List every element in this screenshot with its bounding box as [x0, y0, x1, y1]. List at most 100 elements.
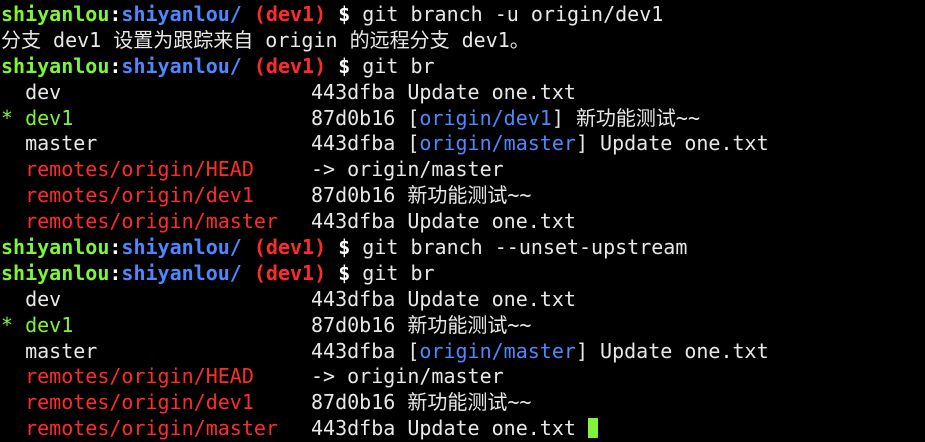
prompt-path: shiyanlou/ — [121, 2, 242, 26]
branch-row: master 443dfba [origin/master] Update one… — [1, 339, 925, 365]
prompt-path: shiyanlou/ — [121, 53, 242, 78]
prompt-dollar: $ — [338, 53, 351, 78]
branch-row: * dev1 87d0b16 新功能测试~~ — [1, 313, 925, 339]
branch-column: master — [1, 339, 311, 365]
commit-sha: 87d0b16 — [311, 390, 396, 415]
branch-name: remotes/origin/master — [25, 416, 278, 441]
commit-message: Update one.txt — [600, 338, 769, 363]
branch-name: dev1 — [25, 105, 74, 130]
branch-marker — [1, 183, 13, 207]
branch-column: * dev1 — [1, 313, 311, 339]
branch-row: remotes/origin/HEAD -> origin/master — [1, 157, 925, 183]
branch-marker — [1, 416, 13, 440]
commit-sha: 443dfba — [311, 286, 396, 311]
branch-name: dev1 — [25, 312, 74, 337]
prompt-path: shiyanlou/ — [121, 260, 242, 285]
branch-marker: * — [1, 105, 14, 130]
branch-marker — [1, 131, 13, 155]
output-text: 分支 dev1 设置为跟踪来自 origin 的远程分支 dev1。 — [1, 27, 530, 52]
prompt-git-branch: (dev1) — [253, 2, 327, 26]
commit-message: 新功能测试~~ — [407, 390, 532, 415]
commit-message: 新功能测试~~ — [575, 105, 701, 130]
branch-row: * dev1 87d0b16 [origin/dev1] 新功能测试~~ — [1, 105, 701, 132]
prompt-git-branch: (dev1) — [253, 260, 327, 285]
branch-row: remotes/origin/master 443dfba Update one.… — [1, 416, 925, 442]
prompt-colon: : — [109, 235, 122, 260]
prompt-colon: : — [109, 260, 122, 285]
branch-column: master — [1, 131, 311, 157]
prompt-user: shiyanlou — [1, 2, 110, 26]
branch-marker — [1, 209, 13, 233]
branch-marker — [1, 287, 13, 311]
branch-marker — [1, 339, 13, 363]
command-text: git branch --unset-upstream — [362, 235, 688, 260]
branch-name: remotes/origin/master — [25, 209, 278, 234]
prompt-user: shiyanlou — [1, 53, 110, 78]
branch-column: * dev1 — [1, 106, 311, 132]
prompt-colon: : — [109, 53, 122, 78]
commit-message: 新功能测试~~ — [407, 312, 532, 337]
branch-row: dev 443dfba Update one.txt — [1, 80, 925, 106]
branch-column: remotes/origin/HEAD — [1, 157, 311, 183]
branch-column: remotes/origin/master — [1, 209, 311, 235]
branch-row: remotes/origin/dev1 87d0b16 新功能测试~~ — [1, 390, 925, 416]
prompt-dollar: $ — [338, 2, 351, 26]
branch-column: dev — [1, 287, 311, 313]
branch-marker — [1, 390, 13, 414]
branch-row: dev 443dfba Update one.txt — [1, 287, 925, 313]
command-text: git branch -u origin/dev1 — [362, 2, 664, 26]
commit-sha: 443dfba — [311, 416, 396, 441]
branch-marker — [1, 364, 13, 388]
commit-message: Update one.txt — [407, 79, 576, 104]
prompt-user: shiyanlou — [1, 260, 110, 285]
branch-row: remotes/origin/HEAD -> origin/master — [1, 364, 925, 390]
commit-sha: 87d0b16 — [311, 183, 396, 208]
commit-message: Update one.txt — [407, 416, 576, 441]
prompt-line: shiyanlou:shiyanlou/ (dev1) $ git branch… — [1, 2, 925, 28]
commit-sha: 443dfba — [311, 79, 396, 104]
prompt-dollar: $ — [338, 260, 351, 285]
commit-sha: 87d0b16 — [311, 312, 396, 337]
branch-name: master — [25, 338, 98, 363]
upstream-branch: origin/master — [419, 131, 576, 156]
branch-row: remotes/origin/dev1 87d0b16 新功能测试~~ — [1, 183, 925, 209]
prompt-dollar: $ — [338, 235, 351, 260]
commit-message: Update one.txt — [407, 209, 576, 234]
prompt-git-branch: (dev1) — [253, 235, 327, 260]
prompt-git-branch: (dev1) — [253, 53, 327, 78]
command-text: git br — [362, 53, 435, 78]
branch-name: dev — [25, 286, 62, 311]
branch-column: dev — [1, 80, 311, 106]
commit-sha: 443dfba — [311, 131, 396, 156]
branch-column: remotes/origin/dev1 — [1, 390, 311, 416]
branch-name: remotes/origin/dev1 — [25, 390, 254, 415]
terminal-window[interactable]: shiyanlou:shiyanlou/ (dev1) $ git branch… — [0, 0, 925, 442]
branch-column: remotes/origin/master — [1, 416, 311, 442]
branch-marker — [1, 157, 13, 181]
prompt-line: shiyanlou:shiyanlou/ (dev1) $ git br — [1, 54, 925, 80]
commit-message: -> origin/master — [311, 157, 504, 182]
commit-message: 新功能测试~~ — [407, 183, 532, 208]
prompt-user: shiyanlou — [1, 235, 110, 260]
terminal-cursor[interactable] — [587, 418, 598, 439]
prompt-line: shiyanlou:shiyanlou/ (dev1) $ git branch… — [1, 235, 925, 261]
branch-marker — [1, 80, 13, 104]
commit-sha: 443dfba — [311, 338, 396, 363]
branch-name: remotes/origin/HEAD — [25, 364, 254, 389]
commit-message: Update one.txt — [600, 131, 769, 156]
commit-sha: 87d0b16 — [311, 105, 396, 130]
branch-row: remotes/origin/master 443dfba Update one.… — [1, 209, 925, 235]
branch-name: remotes/origin/dev1 — [25, 183, 254, 208]
branch-marker: * — [1, 312, 14, 337]
branch-column: remotes/origin/HEAD — [1, 364, 311, 390]
command-text: git br — [362, 260, 435, 285]
upstream-branch: origin/master — [419, 338, 576, 363]
commit-sha: 443dfba — [311, 209, 396, 234]
branch-column: remotes/origin/dev1 — [1, 183, 311, 209]
upstream-branch: origin/dev1 — [419, 105, 552, 130]
prompt-path: shiyanlou/ — [121, 235, 242, 260]
branch-name: remotes/origin/HEAD — [25, 157, 254, 182]
prompt-line: shiyanlou:shiyanlou/ (dev1) $ git br — [1, 261, 925, 287]
branch-row: master 443dfba [origin/master] Update one… — [1, 131, 925, 157]
prompt-colon: : — [109, 2, 122, 26]
